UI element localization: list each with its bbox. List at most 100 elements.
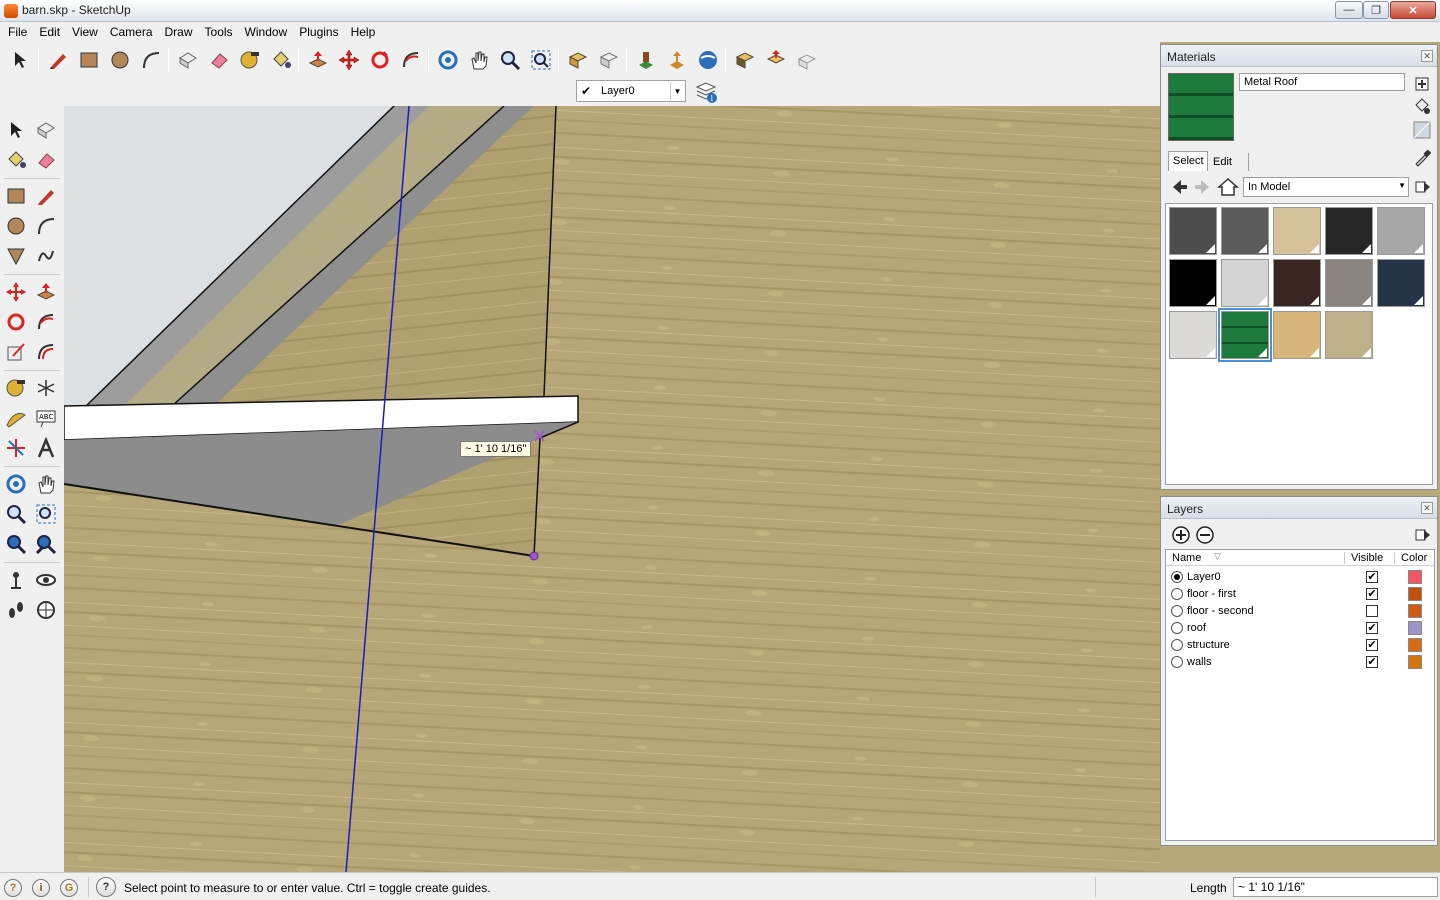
sign-in-icon[interactable]: G [60,879,78,897]
scale-tool-icon[interactable] [2,338,30,366]
pan-tool-icon[interactable] [465,46,493,74]
select-tool-icon[interactable] [6,46,34,74]
menu-plugins[interactable]: Plugins [293,25,344,39]
layer-color-swatch[interactable] [1408,621,1422,635]
tape-measure-icon[interactable] [2,374,30,402]
forward-arrow-icon[interactable] [1193,177,1213,197]
get-photo-texture-icon[interactable] [731,46,759,74]
menu-help[interactable]: Help [345,25,382,39]
look-around-icon[interactable] [32,566,60,594]
select-tool-icon[interactable] [2,116,30,144]
home-icon[interactable] [1217,177,1239,197]
orbit-tool-icon[interactable] [2,470,30,498]
export-model-icon[interactable] [762,46,790,74]
create-material-icon[interactable] [1413,75,1431,93]
active-layer-radio[interactable] [1171,588,1183,600]
layer-row[interactable]: floor - first ✔ [1166,586,1434,603]
move-tool-icon[interactable] [335,46,363,74]
section-plane-icon[interactable] [2,434,30,462]
layer-visible-checkbox[interactable]: ✔ [1366,588,1378,600]
component-options-icon[interactable] [793,46,821,74]
move-tool-icon[interactable] [2,278,30,306]
tab-edit[interactable]: Edit [1209,153,1249,171]
close-button[interactable]: ✕ [1390,1,1436,19]
geo-location-icon[interactable]: ? [4,879,22,897]
circle-tool-icon[interactable] [2,212,30,240]
layer-visible-checkbox[interactable]: ✔ [1366,622,1378,634]
material-swatch[interactable] [1169,259,1217,307]
push-pull-icon[interactable] [32,278,60,306]
layer-name[interactable]: Layer0 [1187,571,1221,583]
column-color[interactable]: Color [1394,552,1434,564]
layer-name[interactable]: floor - second [1187,605,1254,617]
zoom-extents-icon[interactable] [32,530,60,558]
menu-tools[interactable]: Tools [199,25,239,39]
layer-visible-checkbox[interactable]: ✔ [1366,656,1378,668]
paint-bucket-icon[interactable] [2,146,30,174]
layer-name[interactable]: floor - first [1187,588,1236,600]
line-tool-icon[interactable] [32,182,60,210]
collection-dropdown[interactable]: In Model ▼ [1243,177,1409,197]
credits-icon[interactable]: i [32,879,50,897]
close-icon[interactable]: ✕ [1421,502,1433,514]
active-layer-radio[interactable] [1171,622,1183,634]
push-pull-icon[interactable] [304,46,332,74]
axes-tool-icon[interactable] [32,374,60,402]
column-visible[interactable]: Visible [1344,552,1394,564]
3d-text-icon[interactable] [32,434,60,462]
layer-color-swatch[interactable] [1408,604,1422,618]
menu-camera[interactable]: Camera [104,25,159,39]
layer-color-swatch[interactable] [1408,638,1422,652]
layer-row[interactable]: roof ✔ [1166,620,1434,637]
rectangle-tool-icon[interactable] [2,182,30,210]
sandbox-tool-icon[interactable] [32,596,60,624]
menu-view[interactable]: View [66,25,104,39]
add-layer-icon[interactable] [1171,525,1191,545]
close-icon[interactable]: ✕ [1421,50,1433,62]
minimize-button[interactable]: — [1335,1,1363,19]
text-tool-icon[interactable]: ABC [32,404,60,432]
material-swatch[interactable] [1169,311,1217,359]
make-component-icon[interactable] [32,116,60,144]
rotate-tool-icon[interactable] [366,46,394,74]
paint-bucket-icon[interactable] [267,46,295,74]
sample-paint-icon[interactable] [1413,149,1432,167]
current-layer-dropdown[interactable]: ✔ Layer0 ▼ [576,80,686,102]
layer-visible-checkbox[interactable]: ✔ [1366,571,1378,583]
material-swatch[interactable] [1169,207,1217,255]
polygon-tool-icon[interactable] [2,242,30,270]
maximize-button[interactable]: ❐ [1363,1,1389,19]
column-name[interactable]: Name [1172,552,1201,564]
layer-row[interactable]: walls ✔ [1166,654,1434,671]
google-earth-icon[interactable] [694,46,722,74]
eraser-tool-icon[interactable] [32,146,60,174]
active-layer-radio[interactable] [1171,656,1183,668]
pencil-tool-icon[interactable] [44,46,72,74]
details-arrow-icon[interactable] [1415,179,1431,195]
share-model-icon[interactable] [663,46,691,74]
layer-visible-checkbox[interactable] [1366,605,1378,617]
freehand-tool-icon[interactable] [32,242,60,270]
follow-me-icon[interactable] [397,46,425,74]
rectangle-tool-icon[interactable] [75,46,103,74]
material-swatch[interactable] [1325,259,1373,307]
zoom-tool-icon[interactable] [496,46,524,74]
model-viewport[interactable]: ~ 1' 10 1/16" [64,106,1160,872]
layer-color-swatch[interactable] [1408,655,1422,669]
default-material-icon[interactable] [1413,121,1431,139]
paint-bucket-icon[interactable] [1413,97,1431,115]
material-swatch[interactable] [1273,311,1321,359]
chevron-down-icon[interactable]: ▼ [670,82,684,100]
zoom-tool-icon[interactable] [2,500,30,528]
rotate-tool-icon[interactable] [2,308,30,336]
active-layer-radio[interactable] [1171,571,1183,583]
protractor-icon[interactable] [2,404,30,432]
chevron-down-icon[interactable]: ▼ [1398,181,1406,190]
material-swatch[interactable] [1273,207,1321,255]
menu-window[interactable]: Window [239,25,294,39]
measurements-input[interactable]: ~ 1' 10 1/16" [1233,877,1438,897]
pan-tool-icon[interactable] [32,470,60,498]
zoom-window-icon[interactable] [32,500,60,528]
get-models-icon[interactable] [632,46,660,74]
details-arrow-icon[interactable] [1415,527,1431,543]
